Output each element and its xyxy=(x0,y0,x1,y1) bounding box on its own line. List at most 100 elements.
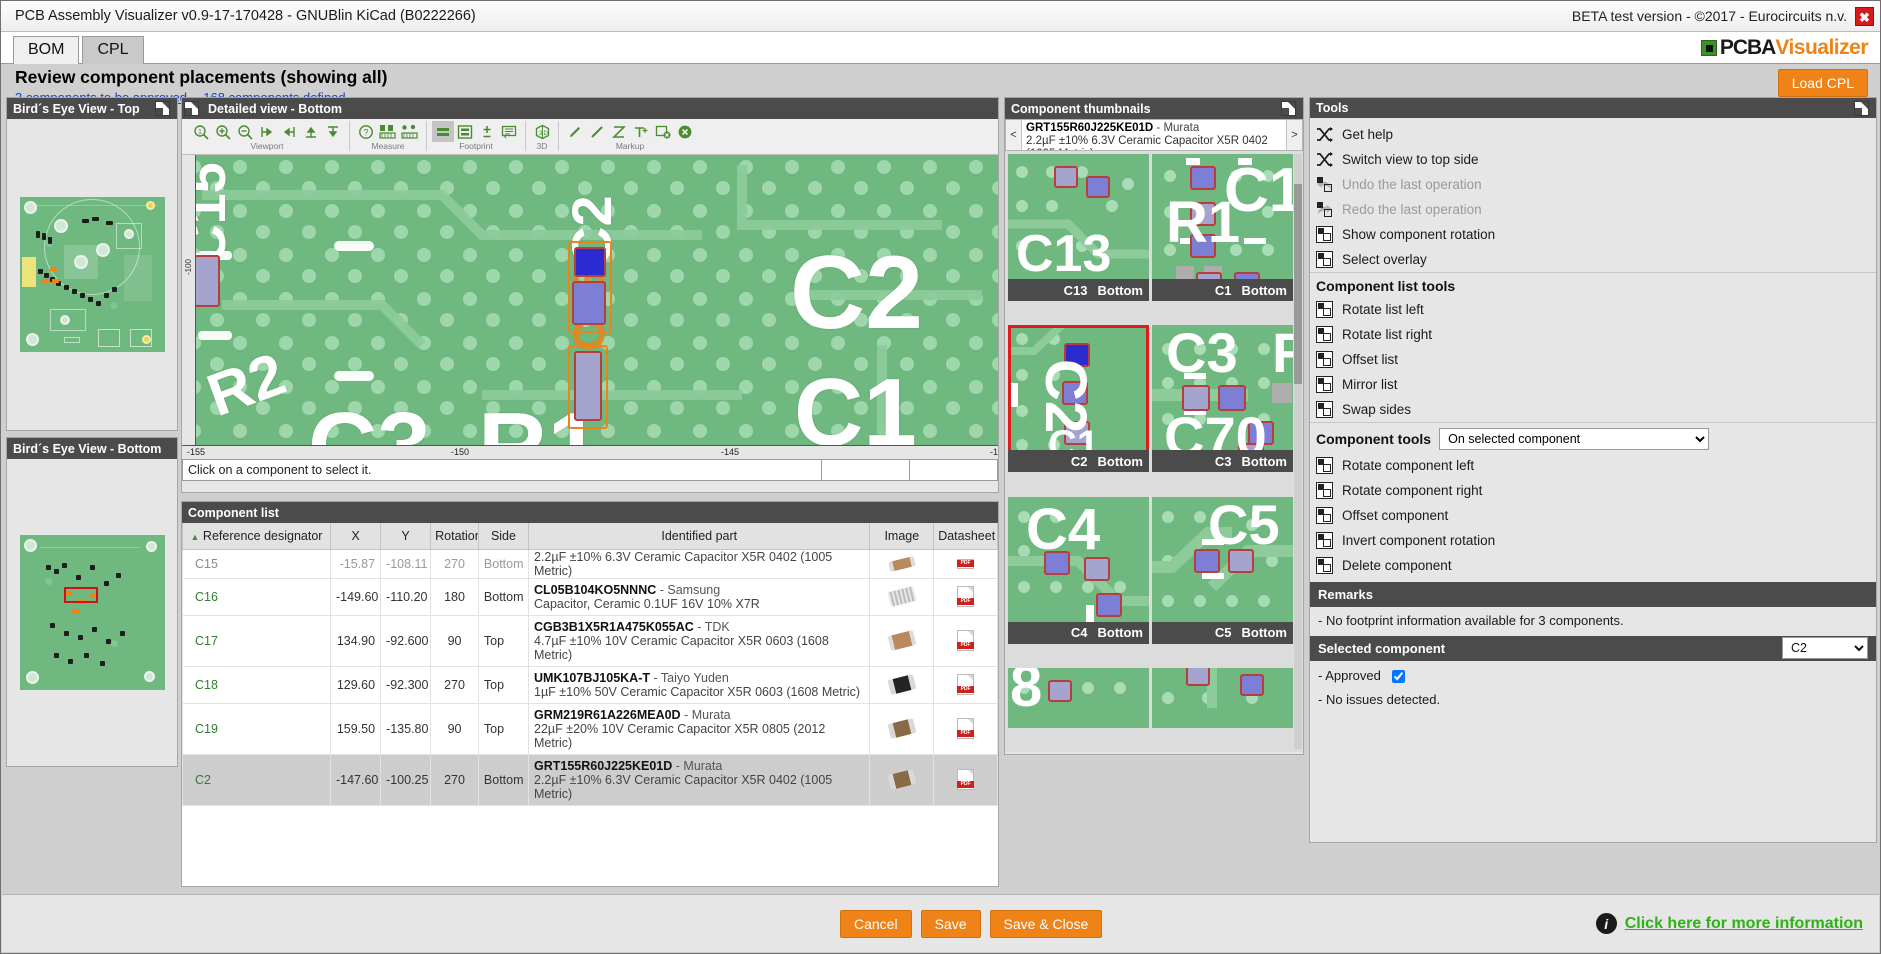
table-row[interactable]: C18 129.60 -92.300 270 Top UMK107BJ105KA… xyxy=(182,665,998,704)
cell-datasheet[interactable] xyxy=(933,614,998,667)
tab-bom[interactable]: BOM xyxy=(13,36,80,64)
tool-get-help[interactable]: Get help xyxy=(1310,122,1876,147)
birds-eye-bottom-image[interactable] xyxy=(7,459,177,766)
thumbnails-prev-button[interactable]: < xyxy=(1006,120,1022,150)
markup-line-icon[interactable] xyxy=(586,121,608,142)
footprint-outline-icon[interactable] xyxy=(454,121,476,142)
column-header-reference[interactable]: ▲ Reference designator xyxy=(182,523,331,550)
selected-component-select[interactable]: C2 xyxy=(1782,637,1868,660)
tool-delete-component[interactable]: Delete component xyxy=(1310,553,1876,578)
column-header-rotation[interactable]: Rotation xyxy=(430,523,479,550)
column-header-x[interactable]: X xyxy=(329,523,382,550)
detailed-view-canvas[interactable]: C2 C1 C3 R1 C15 R2 C2 C15 -100 -155 -150… xyxy=(182,155,998,459)
tool-invert-component-rotation[interactable]: Invert component rotation xyxy=(1310,528,1876,553)
tool-rotate-component-right[interactable]: Rotate component right xyxy=(1310,478,1876,503)
cell-datasheet[interactable] xyxy=(933,577,998,616)
save-and-close-button[interactable]: Save & Close xyxy=(989,909,1103,938)
cell-datasheet[interactable] xyxy=(933,702,998,755)
restore-icon[interactable] xyxy=(184,101,199,116)
measure-point-icon[interactable] xyxy=(399,121,421,142)
thumbnail-item[interactable]: C4 C4 Bottom xyxy=(1008,496,1149,644)
thumbnail-item[interactable] xyxy=(1152,667,1293,728)
maximize-icon[interactable] xyxy=(1854,100,1869,116)
cell-datasheet[interactable] xyxy=(933,665,998,704)
approved-checkbox[interactable] xyxy=(1391,669,1405,683)
cell-identified-part: CGB3B1X5R1A475K055AC - TDK 4.7µF ±10% 10… xyxy=(527,614,871,667)
markup-polyline-icon[interactable] xyxy=(608,121,630,142)
part-description: 1µF ±10% 50V Ceramic Capacitor X5R 0603 … xyxy=(534,684,861,699)
table-row[interactable]: C17 134.90 -92.600 90 Top CGB3B1X5R1A475… xyxy=(182,614,998,667)
thumbnail-item[interactable]: C5 C5 Bottom xyxy=(1152,496,1293,644)
zoom-fit-icon[interactable]: 1 xyxy=(190,121,212,142)
view-3d-icon[interactable]: 3D xyxy=(531,121,553,142)
pdf-icon[interactable] xyxy=(957,630,975,651)
column-header-datasheet[interactable]: Datasheet xyxy=(933,523,998,550)
column-header-side[interactable]: Side xyxy=(477,523,530,550)
tool-mirror-list[interactable]: Mirror list xyxy=(1310,372,1876,397)
footer-buttons: Cancel Save Save & Close xyxy=(840,909,1103,938)
thumbnail-item[interactable]: R1 C1 C1 Bottom xyxy=(1152,154,1293,301)
tool-switch-view-top-side[interactable]: Switch view to top side xyxy=(1310,147,1876,172)
footprint-label-icon[interactable] xyxy=(498,121,520,142)
align-right-icon[interactable] xyxy=(278,121,300,142)
component-pad[interactable] xyxy=(194,255,220,307)
tool-show-component-rotation[interactable]: Show component rotation xyxy=(1310,222,1876,247)
tool-rotate-list-right[interactable]: Rotate list right xyxy=(1310,322,1876,347)
thumbnail-item[interactable]: 8 xyxy=(1008,667,1149,728)
zoom-out-icon[interactable] xyxy=(234,121,256,142)
markup-delete-icon[interactable] xyxy=(652,121,674,142)
markup-text-icon[interactable] xyxy=(630,121,652,142)
tab-cpl[interactable]: CPL xyxy=(82,36,144,64)
markup-pen-icon[interactable] xyxy=(564,121,586,142)
column-header-identified-part[interactable]: Identified part xyxy=(527,523,871,550)
cell-datasheet[interactable] xyxy=(933,548,998,579)
thumbnails-next-button[interactable]: > xyxy=(1286,120,1302,150)
table-row[interactable]: C16 -149.60 -110.20 180 Bottom CL05B104K… xyxy=(182,577,998,616)
rotate-right-icon xyxy=(1316,326,1333,343)
column-header-image[interactable]: Image xyxy=(869,523,935,550)
tool-swap-sides[interactable]: Swap sides xyxy=(1310,397,1876,422)
tool-offset-list[interactable]: Offset list xyxy=(1310,347,1876,372)
measure-help-icon[interactable]: ? xyxy=(355,121,377,142)
pdf-icon[interactable] xyxy=(957,586,975,607)
thumbnail-item[interactable]: C13 C13 Bottom xyxy=(1008,154,1149,301)
thumbnail-item[interactable]: C3 R C70 C3 Bottom xyxy=(1152,325,1293,473)
pdf-icon[interactable] xyxy=(957,769,975,790)
align-bottom-icon[interactable] xyxy=(322,121,344,142)
cell-y: -100.25 xyxy=(380,753,432,806)
thumbnails-scrollbar[interactable] xyxy=(1294,154,1302,749)
table-row[interactable]: C2 -147.60 -100.25 270 Bottom GRT155R60J… xyxy=(182,753,998,806)
birds-eye-top-image[interactable] xyxy=(7,119,177,430)
maximize-icon[interactable] xyxy=(155,101,170,116)
table-row[interactable]: C19 159.50 -135.80 90 Top GRM219R61A226M… xyxy=(182,702,998,755)
toolbar-group-measure: ? Measure xyxy=(349,121,421,151)
close-icon[interactable]: ✖ xyxy=(1855,6,1874,26)
pdf-icon[interactable] xyxy=(957,558,975,569)
thumbnail-item[interactable]: C2 C1 C2 Bottom xyxy=(1008,325,1149,473)
cell-datasheet[interactable] xyxy=(933,753,998,806)
table-row[interactable]: C15 -15.87 -108.11 270 Bottom 2.2µF ±10%… xyxy=(182,548,998,579)
pdf-icon[interactable] xyxy=(957,718,975,739)
align-top-icon[interactable] xyxy=(300,121,322,142)
part-manufacturer: - Taiyo Yuden xyxy=(653,670,729,685)
measure-distance-icon[interactable] xyxy=(377,121,399,142)
tool-redo: Redo the last operation xyxy=(1310,197,1876,222)
maximize-icon[interactable] xyxy=(1281,101,1296,116)
component-scope-select[interactable]: On selected component xyxy=(1439,428,1710,450)
more-information-link[interactable]: Click here for more information xyxy=(1625,915,1863,933)
column-header-y[interactable]: Y xyxy=(380,523,432,550)
save-button[interactable]: Save xyxy=(920,909,981,938)
load-cpl-button[interactable]: Load CPL xyxy=(1777,69,1868,97)
tool-offset-component[interactable]: Offset component xyxy=(1310,503,1876,528)
footprint-fill-icon[interactable] xyxy=(432,121,454,142)
pdf-icon[interactable] xyxy=(957,674,975,695)
cancel-button[interactable]: Cancel xyxy=(840,909,912,938)
tool-rotate-component-left[interactable]: Rotate component left xyxy=(1310,453,1876,478)
zoom-in-icon[interactable] xyxy=(212,121,234,142)
tool-select-overlay[interactable]: Select overlay xyxy=(1310,247,1876,272)
overlay-icon xyxy=(1316,251,1333,268)
footprint-polarity-icon[interactable] xyxy=(476,121,498,142)
align-left-icon[interactable] xyxy=(256,121,278,142)
markup-clear-icon[interactable] xyxy=(674,121,696,142)
tool-rotate-list-left[interactable]: Rotate list left xyxy=(1310,297,1876,322)
